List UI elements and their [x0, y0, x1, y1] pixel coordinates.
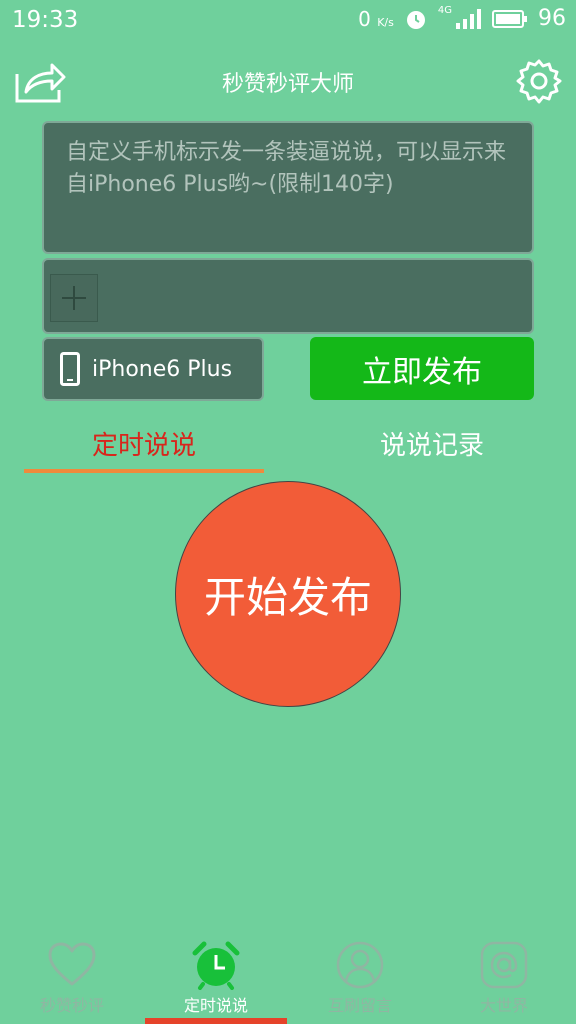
- status-time: 19:33: [12, 7, 79, 33]
- alarm-clock-icon: [192, 941, 240, 990]
- add-image-button[interactable]: [50, 274, 98, 322]
- network-speed-value: 0: [358, 6, 371, 31]
- message-box: [42, 121, 534, 254]
- device-select-button[interactable]: iPhone6 Plus: [42, 337, 264, 401]
- nav-label: 定时说说: [183, 996, 248, 1015]
- publish-now-button[interactable]: 立即发布: [310, 337, 534, 400]
- start-publishing-button[interactable]: 开始发布: [175, 481, 401, 707]
- tab-indicator: [24, 469, 264, 473]
- status-bar: 19:33 0 K/s 4G 96: [0, 0, 576, 42]
- page-title: 秒赞秒评大师: [221, 72, 354, 97]
- message-input[interactable]: [66, 137, 510, 238]
- bottom-nav: 秒赞秒评 定时说说 互刷留言 大世界: [0, 934, 576, 1024]
- nav-item-like-comment[interactable]: 秒赞秒评: [0, 934, 144, 1024]
- nav-item-mutual-comments[interactable]: 互刷留言: [288, 934, 432, 1024]
- tab-bar: 定时说说 说说记录: [0, 410, 576, 476]
- nav-label: 秒赞秒评: [39, 996, 104, 1015]
- device-label: iPhone6 Plus: [92, 356, 233, 382]
- status-indicators: 0 K/s 4G 96: [358, 5, 566, 31]
- network-type: 4G: [437, 5, 452, 16]
- battery-level: 96: [538, 6, 566, 31]
- phone-icon: [60, 352, 80, 386]
- gear-icon[interactable]: [516, 58, 562, 104]
- tab-timed-posts[interactable]: 定时说说: [0, 410, 288, 476]
- battery-icon: [492, 9, 527, 28]
- heart-icon: [48, 942, 96, 986]
- person-icon: [336, 941, 384, 989]
- nav-item-timed-posts[interactable]: 定时说说: [144, 934, 288, 1024]
- network-speed: 0 K/s: [358, 7, 394, 31]
- alarm-status-icon: [406, 10, 425, 29]
- nav-label: 大世界: [479, 996, 528, 1015]
- signal-icon: [456, 8, 481, 29]
- image-attach-area: [42, 258, 534, 334]
- tab-post-history[interactable]: 说说记录: [288, 410, 576, 476]
- network-speed-unit: K/s: [377, 15, 394, 29]
- plus-icon: [62, 286, 86, 310]
- nav-label: 互刷留言: [327, 996, 392, 1015]
- nav-active-indicator: [145, 1018, 287, 1024]
- nav-item-world[interactable]: 大世界: [432, 934, 576, 1024]
- at-icon: [480, 941, 528, 989]
- app-header: 秒赞秒评大师: [0, 52, 576, 110]
